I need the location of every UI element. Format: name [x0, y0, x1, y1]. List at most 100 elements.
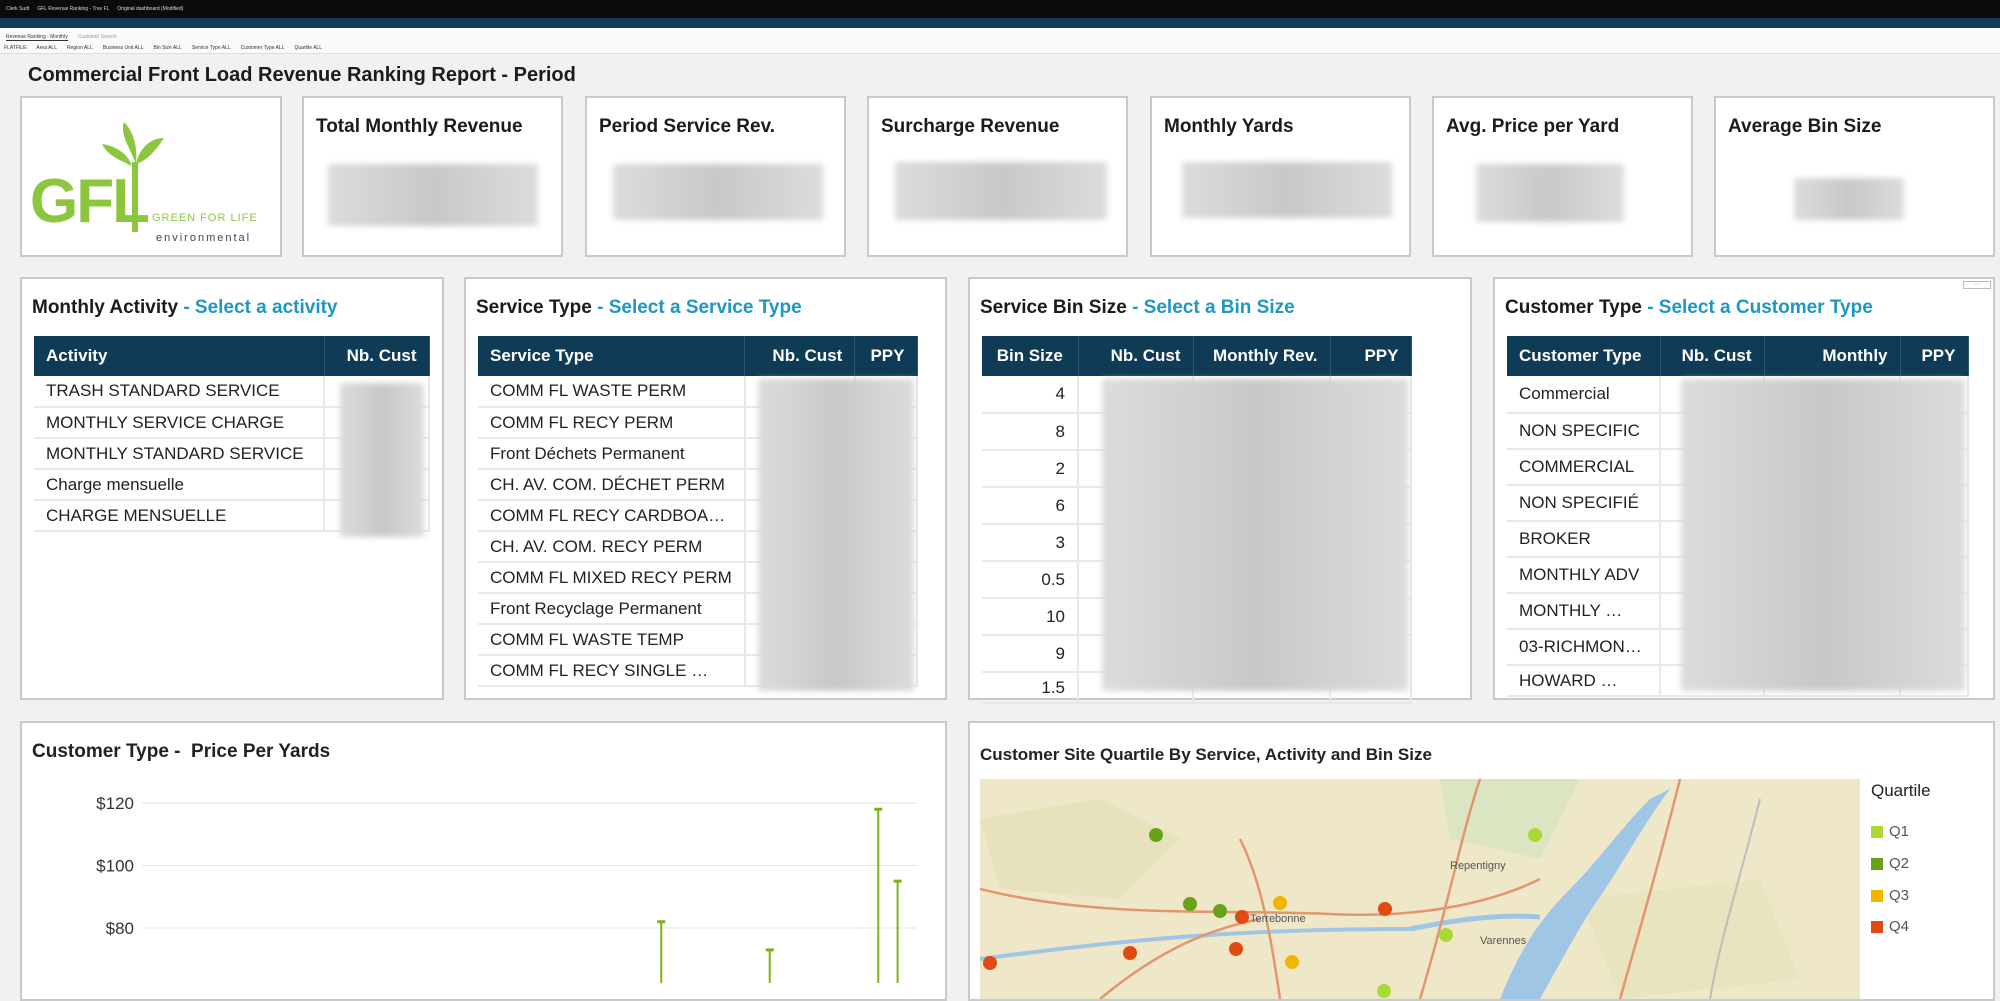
- kpi-title: Surcharge Revenue: [881, 116, 1060, 137]
- logo-subline: environmental: [156, 232, 252, 244]
- monthly-activity-panel: Monthly Activity - Select a activity Act…: [20, 277, 444, 700]
- kpi-period-service-rev[interactable]: Period Service Rev.: [585, 96, 846, 257]
- kpi-monthly-yards[interactable]: Monthly Yards: [1150, 96, 1411, 257]
- legend-swatch: [1871, 825, 1883, 838]
- column-header[interactable]: PPY: [854, 336, 918, 376]
- browser-tab[interactable]: GFL Revenue Ranking - Trav FL: [37, 6, 109, 12]
- column-header[interactable]: Monthly Rev.: [1193, 336, 1331, 376]
- cell-bin-size: 2: [982, 450, 1079, 488]
- column-header[interactable]: Nb. Cust: [744, 336, 856, 376]
- redacted-value: [895, 162, 1107, 220]
- cell-service-type: COMM FL MIXED RECY PERM: [478, 562, 746, 594]
- map-point[interactable]: [1273, 896, 1287, 910]
- sheet-tabs-bar: Revenue Ranking - Monthly Customer Searc…: [0, 28, 2000, 54]
- cell-activity: Charge mensuelle: [34, 469, 325, 501]
- quartile-map-panel: Customer Site Quartile By Service, Activ…: [968, 721, 1995, 1001]
- legend-swatch: [1871, 920, 1883, 933]
- panel-title: Service Bin Size - Select a Bin Size: [980, 297, 1295, 318]
- cell-bin-size: 3: [982, 524, 1079, 562]
- kpi-surcharge-revenue[interactable]: Surcharge Revenue: [867, 96, 1128, 257]
- legend-swatch: [1871, 889, 1883, 902]
- column-header[interactable]: Activity: [34, 336, 325, 376]
- redacted-value: [328, 164, 538, 226]
- page-title: Commercial Front Load Revenue Ranking Re…: [28, 64, 576, 86]
- map-point[interactable]: [1439, 928, 1453, 942]
- kpi-total-monthly-revenue[interactable]: Total Monthly Revenue: [302, 96, 563, 257]
- panel-menu-icon[interactable]: ⋯: [1963, 281, 1991, 289]
- map-point[interactable]: [1377, 984, 1391, 998]
- filter-control[interactable]: Area ALL: [36, 45, 57, 51]
- cell-service-type: CH. AV. COM. DÉCHET PERM: [478, 469, 746, 501]
- map-point[interactable]: [983, 956, 997, 970]
- select-activity-link[interactable]: - Select a activity: [183, 297, 337, 318]
- kpi-title: Monthly Yards: [1164, 116, 1294, 137]
- redacted-columns: [758, 379, 914, 691]
- column-header[interactable]: Nb. Cust: [1078, 336, 1194, 376]
- map-legend-title: Quartile: [1871, 781, 1931, 800]
- column-header[interactable]: PPY: [1330, 336, 1412, 376]
- cell-bin-size: 1.5: [982, 672, 1079, 704]
- cell-customer-type: Commercial: [1507, 376, 1661, 414]
- column-header[interactable]: Bin Size: [982, 336, 1079, 376]
- filter-control[interactable]: Quartile ALL: [294, 45, 322, 51]
- panel-title: Monthly Activity - Select a activity: [32, 297, 338, 318]
- column-header[interactable]: PPY: [1900, 336, 1969, 376]
- y-tick-label: $120: [96, 794, 134, 813]
- map-point[interactable]: [1183, 897, 1197, 911]
- column-header[interactable]: Customer Type: [1507, 336, 1661, 376]
- tab-revenue-ranking[interactable]: Revenue Ranking - Monthly: [6, 34, 68, 41]
- cell-service-type: Front Déchets Permanent: [478, 438, 746, 470]
- legend-item-q4[interactable]: Q4: [1871, 918, 1909, 935]
- y-tick-label: $60: [106, 982, 134, 984]
- legend-item-q2[interactable]: Q2: [1871, 855, 1909, 872]
- kpi-average-bin-size[interactable]: Average Bin Size: [1714, 96, 1995, 257]
- quartile-map[interactable]: Repentigny Terrebonne Varennes: [980, 779, 1860, 999]
- map-place-label: Varennes: [1480, 935, 1527, 947]
- cell-customer-type: MONTHLY ADV: [1507, 557, 1661, 594]
- redacted-value: [1476, 164, 1624, 222]
- map-point[interactable]: [1235, 910, 1249, 924]
- map-point[interactable]: [1213, 904, 1227, 918]
- map-point[interactable]: [1123, 946, 1137, 960]
- redacted-value: [1794, 178, 1904, 220]
- map-point[interactable]: [1378, 902, 1392, 916]
- browser-tab[interactable]: Original dashboard (Modified): [117, 6, 183, 12]
- browser-tab[interactable]: Clerk Sudt: [6, 6, 29, 12]
- filter-control[interactable]: Bin Size ALL: [153, 45, 181, 51]
- column-header[interactable]: Service Type: [478, 336, 746, 376]
- legend-swatch: [1871, 857, 1883, 870]
- map-point[interactable]: [1149, 828, 1163, 842]
- tab-customer-search[interactable]: Customer Search: [78, 34, 117, 41]
- map-point[interactable]: [1285, 955, 1299, 969]
- app-navbar: [0, 18, 2000, 28]
- logo-wordmark: GFL: [30, 167, 150, 236]
- column-header[interactable]: Nb. Cust: [1660, 336, 1765, 376]
- map-point[interactable]: [1229, 942, 1243, 956]
- logo-card: GFL GREEN FOR LIFE environmental: [20, 96, 282, 257]
- cell-bin-size: 8: [982, 413, 1079, 451]
- logo-tagline: GREEN FOR LIFE: [152, 212, 258, 224]
- legend-item-q3[interactable]: Q3: [1871, 887, 1909, 904]
- filter-control[interactable]: Region ALL: [67, 45, 93, 51]
- cell-activity: CHARGE MENSUELLE: [34, 500, 325, 532]
- map-point[interactable]: [1528, 828, 1542, 842]
- column-header[interactable]: Monthly: [1764, 336, 1901, 376]
- service-bin-size-panel: Service Bin Size - Select a Bin Size Bin…: [968, 277, 1472, 704]
- filter-control[interactable]: Customer Type ALL: [241, 45, 285, 51]
- select-customer-type-link[interactable]: - Select a Customer Type: [1647, 297, 1873, 318]
- select-service-type-link[interactable]: - Select a Service Type: [597, 297, 802, 318]
- cell-service-type: COMM FL WASTE PERM: [478, 376, 746, 408]
- filter-control[interactable]: Service Type ALL: [192, 45, 231, 51]
- cell-service-type: Front Recyclage Permanent: [478, 593, 746, 625]
- cell-bin-size: 9: [982, 635, 1079, 673]
- filter-control[interactable]: Business Unit ALL: [103, 45, 144, 51]
- filter-control[interactable]: FLATFILE: [4, 45, 26, 51]
- legend-item-q1[interactable]: Q1: [1871, 823, 1909, 840]
- cell-service-type: CH. AV. COM. RECY PERM: [478, 531, 746, 563]
- price-per-yard-chart-panel: Customer Type - Price Per Yards $120 $100…: [20, 721, 947, 1001]
- kpi-avg-price-per-yard[interactable]: Avg. Price per Yard: [1432, 96, 1693, 257]
- panel-title: Customer Type - Select a Customer Type: [1505, 297, 1873, 318]
- select-bin-size-link[interactable]: - Select a Bin Size: [1132, 297, 1295, 318]
- column-header[interactable]: Nb. Cust: [324, 336, 430, 376]
- cell-customer-type: 03-RICHMON…: [1507, 629, 1661, 666]
